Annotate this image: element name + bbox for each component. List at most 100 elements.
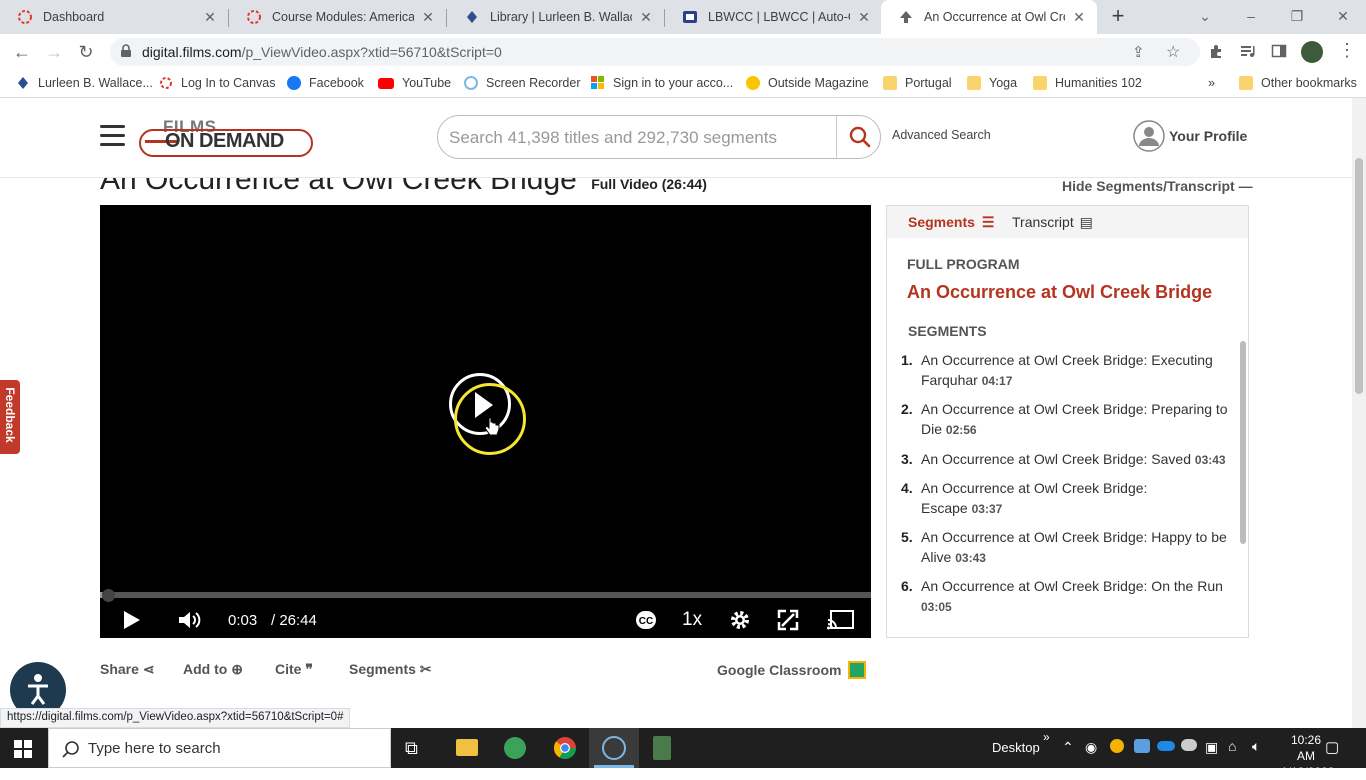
onedrive-icon[interactable]: [1157, 741, 1175, 751]
taskbar-search-box[interactable]: Type here to search: [48, 728, 391, 768]
films-on-demand-logo[interactable]: FILMS ON DEMAND: [139, 117, 313, 159]
screen-recorder-taskbar-button[interactable]: [589, 728, 639, 768]
tab-segments[interactable]: Segments ☰: [908, 214, 994, 231]
segments-button[interactable]: Segments ✂: [349, 661, 432, 678]
current-time: 0:03: [228, 612, 258, 629]
windows-start-icon[interactable]: [14, 740, 32, 763]
toolbar-expand-icon[interactable]: »: [1043, 730, 1050, 744]
chrome-menu-icon[interactable]: ⋮: [1338, 40, 1356, 61]
site-search-input[interactable]: Search 41,398 titles and 292,730 segment…: [449, 128, 777, 148]
profile-avatar[interactable]: [1301, 41, 1323, 63]
other-bookmarks[interactable]: Other bookmarks: [1239, 76, 1357, 90]
bookmark-youtube[interactable]: YouTube: [378, 76, 451, 90]
cloud-error-icon[interactable]: [1181, 739, 1197, 751]
segment-title: An Occurrence at Owl Creek Bridge: Saved: [921, 451, 1192, 467]
hide-segments-link[interactable]: Hide Segments/Transcript —: [1062, 178, 1253, 194]
bookmark-outside[interactable]: Outside Magazine: [746, 76, 869, 90]
bookmark-facebook[interactable]: Facebook: [287, 76, 364, 90]
back-icon[interactable]: ←: [8, 38, 36, 66]
taskbar-search-input[interactable]: Type here to search: [88, 740, 221, 757]
play-icon[interactable]: [122, 609, 142, 636]
show-hidden-icons-icon[interactable]: ⌃: [1062, 739, 1074, 756]
page-scrollbar[interactable]: [1352, 98, 1366, 728]
tab-transcript[interactable]: Transcript ▤: [1012, 214, 1093, 231]
your-profile-link[interactable]: Your Profile: [1169, 128, 1247, 144]
advanced-search-link[interactable]: Advanced Search: [892, 128, 991, 142]
cast-icon[interactable]: [827, 610, 855, 635]
volume-icon[interactable]: [177, 609, 203, 636]
address-bar[interactable]: digital.films.com/p_ViewVideo.aspx?xtid=…: [110, 38, 1200, 66]
closed-captions-icon[interactable]: CC: [635, 610, 657, 635]
segment-number: 2.: [901, 401, 913, 417]
add-to-button[interactable]: Add to ⊕: [183, 661, 243, 678]
speaker-icon[interactable]: 🔈︎: [1252, 738, 1260, 755]
feedback-tab[interactable]: Feedback: [0, 380, 20, 454]
bookmark-label: Other bookmarks: [1261, 76, 1357, 90]
tab-search-icon[interactable]: ⌄: [1182, 0, 1228, 32]
file-explorer-icon[interactable]: [456, 739, 478, 756]
network-icon[interactable]: ⌂: [1228, 738, 1236, 754]
close-tab-icon[interactable]: ✕: [638, 9, 654, 25]
microsoft-icon: [591, 76, 605, 90]
bookmarks-overflow-button[interactable]: »: [1208, 76, 1215, 90]
fullscreen-icon[interactable]: [777, 609, 799, 636]
page-scroll-thumb[interactable]: [1355, 158, 1363, 394]
task-view-icon[interactable]: ⧉: [405, 738, 418, 759]
browser-tab-course-modules[interactable]: Course Modules: American Li ✕: [229, 0, 446, 34]
close-tab-icon[interactable]: ✕: [420, 9, 436, 25]
globe-app-icon[interactable]: [504, 737, 526, 759]
taskbar-clock[interactable]: 10:26 AM 1/18/2023: [1281, 732, 1335, 780]
recording-tray-icon[interactable]: ◉: [1085, 739, 1097, 756]
progress-track[interactable]: [100, 592, 871, 598]
new-tab-icon[interactable]: +: [1098, 0, 1138, 32]
bookmark-humanities[interactable]: Humanities 102: [1033, 76, 1142, 90]
bookmark-lurleen[interactable]: Lurleen B. Wallace...: [16, 76, 153, 90]
bookmark-screen-recorder[interactable]: Screen Recorder: [464, 76, 581, 90]
tray-app-icon[interactable]: [1110, 739, 1124, 753]
share-page-icon[interactable]: ⇪: [1132, 43, 1145, 61]
progress-handle[interactable]: [102, 589, 115, 602]
hide-segments-label: Hide Segments/Transcript: [1062, 178, 1235, 194]
video-player[interactable]: 0:03 / 26:44 CC 1x: [100, 205, 871, 638]
browser-tab-library[interactable]: Library | Lurleen B. Wallace Co ✕: [447, 0, 664, 34]
tray-app-icon[interactable]: ▣: [1205, 739, 1218, 756]
side-panel-icon[interactable]: [1271, 43, 1287, 64]
bookmark-microsoft[interactable]: Sign in to your acco...: [591, 76, 733, 90]
close-tab-icon[interactable]: ✕: [856, 9, 872, 25]
profile-icon[interactable]: [1133, 120, 1165, 157]
notifications-icon[interactable]: ▢: [1325, 738, 1339, 756]
segments-scrollbar[interactable]: [1240, 341, 1246, 544]
cite-button[interactable]: Cite ❞: [275, 661, 313, 678]
browser-tab-lbwcc[interactable]: LBWCC | LBWCC | Auto-Grap ✕: [665, 0, 882, 34]
forward-icon[interactable]: →: [40, 38, 68, 66]
tray-app-icon[interactable]: [1134, 739, 1150, 753]
close-window-icon[interactable]: ✕: [1320, 0, 1366, 32]
full-program-link[interactable]: An Occurrence at Owl Creek Bridge: [907, 282, 1212, 303]
minimize-icon[interactable]: –: [1228, 0, 1274, 32]
bookmark-label: Outside Magazine: [768, 76, 869, 90]
browser-tab-dashboard[interactable]: Dashboard ✕: [0, 0, 228, 34]
settings-gear-icon[interactable]: [729, 609, 751, 636]
close-tab-icon[interactable]: ✕: [202, 9, 218, 25]
google-classroom-button[interactable]: Google Classroom: [717, 661, 867, 679]
restore-icon[interactable]: ❐: [1274, 0, 1320, 32]
bookmark-yoga[interactable]: Yoga: [967, 76, 1017, 90]
hamburger-menu-icon[interactable]: [100, 125, 125, 146]
desktop-toolbar-label[interactable]: Desktop: [992, 740, 1040, 755]
reload-icon[interactable]: ↻: [72, 38, 100, 66]
browser-tab-active[interactable]: An Occurrence at Owl Creek ✕: [881, 0, 1097, 34]
chrome-icon[interactable]: [553, 736, 577, 765]
close-tab-icon[interactable]: ✕: [1071, 9, 1087, 25]
playback-speed-button[interactable]: 1x: [682, 609, 702, 631]
calculator-icon[interactable]: [653, 736, 671, 760]
facebook-icon: [287, 76, 301, 90]
clock-date: 1/18/2023: [1281, 765, 1335, 779]
bookmark-portugal[interactable]: Portugal: [883, 76, 952, 90]
extensions-icon[interactable]: [1208, 43, 1224, 64]
bookmark-label: Log In to Canvas: [181, 76, 276, 90]
bookmark-canvas[interactable]: Log In to Canvas: [159, 76, 276, 90]
bookmark-star-icon[interactable]: ☆: [1166, 42, 1180, 62]
media-control-icon[interactable]: [1240, 43, 1256, 64]
share-button[interactable]: Share ⋖: [100, 661, 155, 678]
search-icon[interactable]: [849, 126, 871, 153]
